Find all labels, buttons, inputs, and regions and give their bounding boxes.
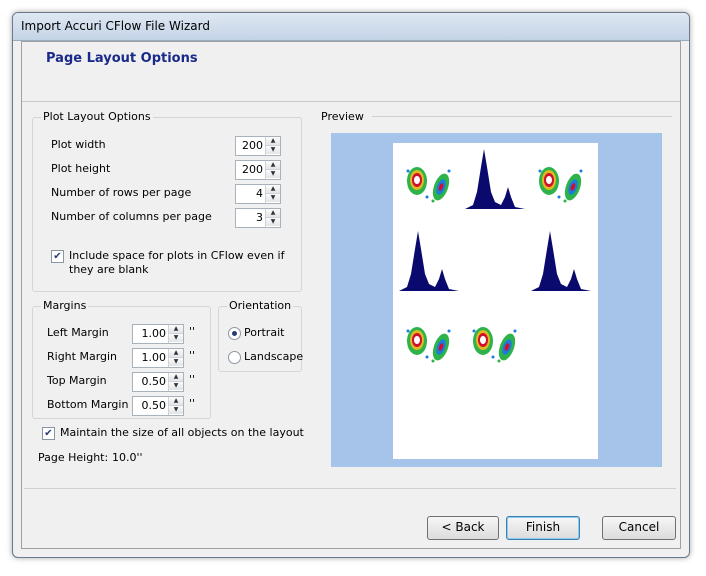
- include-blank-label-line1: Include space for plots in CFlow even if: [69, 249, 285, 262]
- plot-width-spinner[interactable]: 200 ▲ ▼: [235, 136, 281, 156]
- portrait-label: Portrait: [244, 326, 285, 339]
- top-margin-unit: '': [189, 373, 196, 386]
- spin-up-icon[interactable]: ▲: [266, 209, 280, 217]
- preview-divider: [372, 116, 672, 117]
- plot-width-value: 200: [242, 139, 263, 152]
- top-margin-spinner[interactable]: 0.50 ▲ ▼: [132, 372, 184, 392]
- plot-height-label: Plot height: [51, 162, 111, 175]
- wizard-window: Import Accuri CFlow File Wizard Page Lay…: [12, 12, 690, 558]
- columns-per-page-label: Number of columns per page: [51, 210, 212, 223]
- page-height-value: 10.0'': [112, 451, 143, 464]
- left-margin-label: Left Margin: [47, 326, 109, 339]
- wizard-client: Page Layout Options Plot Layout Options …: [21, 41, 681, 549]
- maintain-size-label: Maintain the size of all objects on the …: [60, 426, 304, 439]
- spin-down-icon[interactable]: ▼: [266, 169, 280, 178]
- maintain-size-checkbox[interactable]: ✔: [42, 427, 55, 440]
- plot-height-spinner[interactable]: 200 ▲ ▼: [235, 160, 281, 180]
- left-margin-unit: '': [189, 325, 196, 338]
- columns-per-page-spinner[interactable]: 3 ▲ ▼: [235, 208, 281, 228]
- margins-group-label: Margins: [41, 299, 89, 312]
- right-margin-unit: '': [189, 349, 196, 362]
- page-title: Page Layout Options: [46, 51, 198, 66]
- orientation-group: Orientation Portrait Landscape: [218, 299, 304, 372]
- spin-down-icon[interactable]: ▼: [169, 357, 183, 366]
- bottom-margin-spinner[interactable]: 0.50 ▲ ▼: [132, 396, 184, 416]
- portrait-radio[interactable]: [228, 327, 241, 340]
- spin-up-icon[interactable]: ▲: [169, 397, 183, 405]
- spin-down-icon[interactable]: ▼: [266, 193, 280, 202]
- finish-button[interactable]: Finish: [506, 516, 580, 540]
- dot-plot-3: [406, 327, 453, 363]
- spin-up-icon[interactable]: ▲: [169, 325, 183, 333]
- histogram-plot-2: [399, 231, 459, 291]
- margins-group: Margins Left Margin 1.00 ▲ ▼ '' Right Mar…: [32, 299, 211, 419]
- bottom-margin-unit: '': [189, 397, 196, 410]
- title-bar[interactable]: Import Accuri CFlow File Wizard: [13, 13, 689, 41]
- orientation-group-label: Orientation: [227, 299, 294, 312]
- top-margin-label: Top Margin: [47, 374, 107, 387]
- spin-up-icon[interactable]: ▲: [266, 137, 280, 145]
- preview-plots: [399, 149, 591, 363]
- left-margin-spinner[interactable]: 1.00 ▲ ▼: [132, 324, 184, 344]
- columns-per-page-value: 3: [256, 211, 263, 224]
- spin-down-icon[interactable]: ▼: [169, 405, 183, 414]
- preview-label: Preview: [321, 110, 364, 123]
- spin-up-icon[interactable]: ▲: [169, 373, 183, 381]
- rows-per-page-spinner[interactable]: 4 ▲ ▼: [235, 184, 281, 204]
- bottom-margin-value: 0.50: [141, 399, 167, 412]
- spin-down-icon[interactable]: ▼: [169, 333, 183, 342]
- footer-divider: [24, 488, 676, 489]
- right-margin-value: 1.00: [141, 351, 167, 364]
- spin-down-icon[interactable]: ▼: [266, 145, 280, 154]
- spin-up-icon[interactable]: ▲: [266, 161, 280, 169]
- rows-per-page-label: Number of rows per page: [51, 186, 192, 199]
- dot-plot-4: [472, 327, 519, 363]
- preview-panel: [331, 133, 662, 467]
- plot-layout-group-label: Plot Layout Options: [41, 110, 153, 123]
- window-title: Import Accuri CFlow File Wizard: [21, 19, 210, 33]
- spin-up-icon[interactable]: ▲: [169, 349, 183, 357]
- dot-plot-2: [538, 167, 585, 203]
- histogram-plot-3: [531, 231, 591, 291]
- spin-down-icon[interactable]: ▼: [169, 381, 183, 390]
- spin-up-icon[interactable]: ▲: [266, 185, 280, 193]
- left-margin-value: 1.00: [141, 327, 167, 340]
- landscape-label: Landscape: [244, 350, 304, 363]
- plot-height-value: 200: [242, 163, 263, 176]
- right-margin-spinner[interactable]: 1.00 ▲ ▼: [132, 348, 184, 368]
- cancel-button[interactable]: Cancel: [602, 516, 676, 540]
- bottom-margin-label: Bottom Margin: [47, 398, 129, 411]
- spin-down-icon[interactable]: ▼: [266, 217, 280, 226]
- plot-width-label: Plot width: [51, 138, 106, 151]
- landscape-radio[interactable]: [228, 351, 241, 364]
- histogram-plot-1: [465, 149, 525, 209]
- rows-per-page-value: 4: [256, 187, 263, 200]
- include-blank-checkbox[interactable]: ✔: [51, 250, 64, 263]
- preview-page: [393, 143, 598, 459]
- right-margin-label: Right Margin: [47, 350, 118, 363]
- back-button[interactable]: < Back: [427, 516, 499, 540]
- top-margin-value: 0.50: [141, 375, 167, 388]
- dot-plot-1: [406, 167, 453, 203]
- include-blank-label-line2: they are blank: [69, 263, 149, 276]
- wizard-header: Page Layout Options: [22, 42, 680, 102]
- plot-layout-group: Plot Layout Options Plot width 200 ▲ ▼ Pl…: [32, 110, 302, 292]
- page-height-label: Page Height:: [38, 451, 109, 464]
